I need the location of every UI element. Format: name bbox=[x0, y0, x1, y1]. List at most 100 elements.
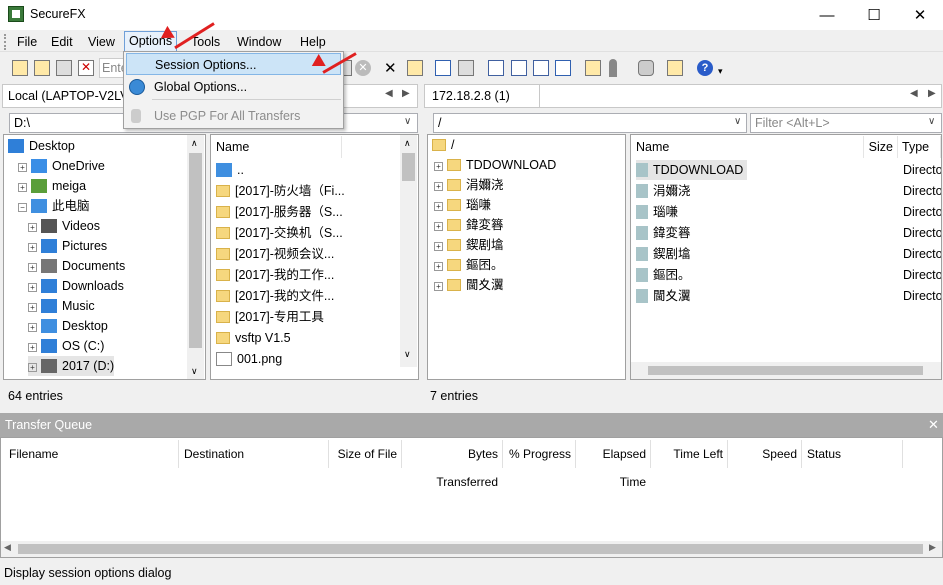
local-tree-item[interactable]: − 此电脑 bbox=[18, 196, 90, 216]
scroll-right-icon[interactable]: ▶ bbox=[929, 542, 936, 553]
quick-connect-icon[interactable] bbox=[34, 60, 50, 76]
minimize-button[interactable]: — bbox=[804, 0, 850, 30]
col-elapsed-time[interactable]: Elapsed Time bbox=[577, 440, 651, 489]
menu-edit[interactable]: Edit bbox=[47, 33, 77, 51]
remote-list-item[interactable]: 瑙嗛 bbox=[636, 202, 682, 222]
local-tree-item[interactable]: Desktop bbox=[8, 136, 75, 156]
expand-icon[interactable]: + bbox=[28, 363, 37, 372]
remote-tree-item[interactable]: + 鏂囨。 bbox=[434, 255, 504, 275]
menu-file[interactable]: File bbox=[13, 33, 41, 51]
expand-icon[interactable]: + bbox=[434, 162, 443, 171]
local-list-item[interactable]: [2017]-我的文件... bbox=[216, 286, 334, 306]
stop-icon[interactable]: ✕ bbox=[355, 60, 371, 76]
remote-tree-root[interactable]: / bbox=[432, 135, 454, 155]
expand-icon[interactable]: + bbox=[434, 242, 443, 251]
scroll-down-icon[interactable]: ∨ bbox=[191, 366, 198, 377]
local-list-scroll-thumb[interactable] bbox=[402, 153, 415, 181]
col-destination[interactable]: Destination bbox=[180, 440, 329, 468]
local-tree-item[interactable]: + Videos bbox=[28, 216, 100, 236]
expand-icon[interactable]: + bbox=[434, 262, 443, 271]
col-speed[interactable]: Speed bbox=[729, 440, 802, 468]
queue-hscroll-thumb[interactable] bbox=[18, 544, 923, 554]
col-filename[interactable]: Filename bbox=[5, 440, 179, 468]
delete-icon[interactable]: ✕ bbox=[384, 59, 397, 77]
local-tree-item[interactable]: + OS (C:) bbox=[28, 336, 104, 356]
scroll-left-icon[interactable]: ◀ bbox=[4, 542, 11, 553]
remote-size-header[interactable]: Size bbox=[864, 136, 898, 158]
local-list-item[interactable]: [2017]-视频会议... bbox=[216, 244, 334, 264]
menu-window[interactable]: Window bbox=[233, 33, 285, 51]
remote-list-item[interactable]: TDDOWNLOAD bbox=[636, 160, 748, 180]
local-tab[interactable]: Local (LAPTOP-V2LV bbox=[4, 85, 126, 107]
local-list-item[interactable]: [2017]-专用工具 bbox=[216, 307, 324, 327]
local-list-item[interactable]: [2017]-我的工作... bbox=[216, 265, 334, 285]
queue-close-icon[interactable]: ✕ bbox=[928, 417, 939, 433]
remote-tree-item[interactable]: + 鍏変簭 bbox=[434, 215, 504, 235]
tab-scroll-left-icon[interactable]: ◀ bbox=[385, 88, 393, 99]
small-icons-icon[interactable] bbox=[511, 60, 527, 76]
expand-icon[interactable]: + bbox=[434, 222, 443, 231]
remote-tree-item[interactable]: + 閫夊瀷 bbox=[434, 275, 504, 295]
expand-icon[interactable]: + bbox=[434, 282, 443, 291]
filter-input[interactable]: Filter <Alt+L> bbox=[750, 113, 942, 133]
remote-name-header[interactable]: Name bbox=[632, 136, 864, 158]
local-list-item[interactable]: 001.png bbox=[216, 349, 282, 369]
log-icon[interactable] bbox=[667, 60, 683, 76]
local-tree-item[interactable]: + meiga bbox=[18, 176, 86, 196]
view-tree-icon[interactable] bbox=[435, 60, 451, 76]
remote-list-hscroll-thumb[interactable] bbox=[648, 366, 923, 375]
expand-icon[interactable]: + bbox=[28, 303, 37, 312]
scroll-down-icon[interactable]: ∨ bbox=[404, 349, 411, 360]
remote-tree-item[interactable]: + TDDOWNLOAD bbox=[434, 155, 556, 175]
remote-type-header[interactable]: Type bbox=[898, 136, 941, 158]
menu-help[interactable]: Help bbox=[296, 33, 330, 51]
local-list-item[interactable]: .. bbox=[216, 160, 244, 180]
expand-icon[interactable]: + bbox=[18, 163, 27, 172]
expand-icon[interactable]: + bbox=[28, 243, 37, 252]
tab-scroll-right-icon[interactable]: ▶ bbox=[928, 88, 936, 99]
local-tree-item[interactable]: + OneDrive bbox=[18, 156, 105, 176]
reconnect-icon[interactable] bbox=[56, 60, 72, 76]
local-list-item[interactable]: [2017]-交换机（S... bbox=[216, 223, 343, 243]
expand-icon[interactable]: + bbox=[434, 202, 443, 211]
local-tree-item[interactable]: +2017 (D:) bbox=[28, 356, 115, 376]
col-bytes-transferred[interactable]: Bytes Transferred bbox=[403, 440, 503, 489]
expand-icon[interactable]: + bbox=[28, 343, 37, 352]
remote-tree-item[interactable]: + 涓嬭浇 bbox=[434, 175, 504, 195]
remote-tab[interactable]: 172.18.2.8 (1) bbox=[426, 85, 540, 107]
properties-icon[interactable] bbox=[585, 60, 601, 76]
local-tree-item[interactable]: + Documents bbox=[28, 256, 125, 276]
disconnect-icon[interactable]: ✕ bbox=[78, 60, 94, 76]
connect-icon[interactable] bbox=[12, 60, 28, 76]
scroll-up-icon[interactable]: ∧ bbox=[404, 138, 411, 149]
local-tree-item[interactable]: + Downloads bbox=[28, 276, 124, 296]
col-progress[interactable]: % Progress bbox=[504, 440, 576, 468]
local-name-header[interactable]: Name bbox=[212, 136, 342, 158]
view-toggle-icon[interactable] bbox=[458, 60, 474, 76]
local-tree-item[interactable]: + Music bbox=[28, 296, 95, 316]
tab-scroll-left-icon[interactable]: ◀ bbox=[910, 88, 918, 99]
local-list-item[interactable]: vsftp V1.5 bbox=[216, 328, 291, 348]
expand-icon[interactable]: − bbox=[18, 203, 27, 212]
remote-tree-item[interactable]: + 瑙嗛 bbox=[434, 195, 491, 215]
close-button[interactable]: ✕ bbox=[897, 0, 943, 30]
expand-icon[interactable]: + bbox=[28, 223, 37, 232]
menu-view[interactable]: View bbox=[84, 33, 119, 51]
local-tree-item[interactable]: + Pictures bbox=[28, 236, 107, 256]
remote-tree-item[interactable]: + 鍥剧墖 bbox=[434, 235, 504, 255]
list-view-icon[interactable] bbox=[533, 60, 549, 76]
expand-icon[interactable]: + bbox=[434, 182, 443, 191]
filter-dropdown-icon[interactable]: ∨ bbox=[928, 116, 935, 127]
col-status[interactable]: Status bbox=[803, 440, 903, 468]
local-tree-item[interactable]: + Desktop bbox=[28, 316, 108, 336]
maximize-button[interactable]: ☐ bbox=[851, 0, 897, 30]
local-path-dropdown-icon[interactable]: ∨ bbox=[404, 116, 411, 127]
col-size-of-file[interactable]: Size of File bbox=[330, 440, 402, 468]
local-list-item[interactable]: [2017]-服务器（S... bbox=[216, 202, 343, 222]
scroll-up-icon[interactable]: ∧ bbox=[191, 138, 198, 149]
expand-icon[interactable]: + bbox=[28, 283, 37, 292]
session-input[interactable]: Ente bbox=[99, 58, 128, 78]
expand-icon[interactable]: + bbox=[28, 323, 37, 332]
remote-list-item[interactable]: 鍏変簭 bbox=[636, 223, 695, 243]
global-options-item[interactable]: Global Options... bbox=[126, 76, 341, 98]
